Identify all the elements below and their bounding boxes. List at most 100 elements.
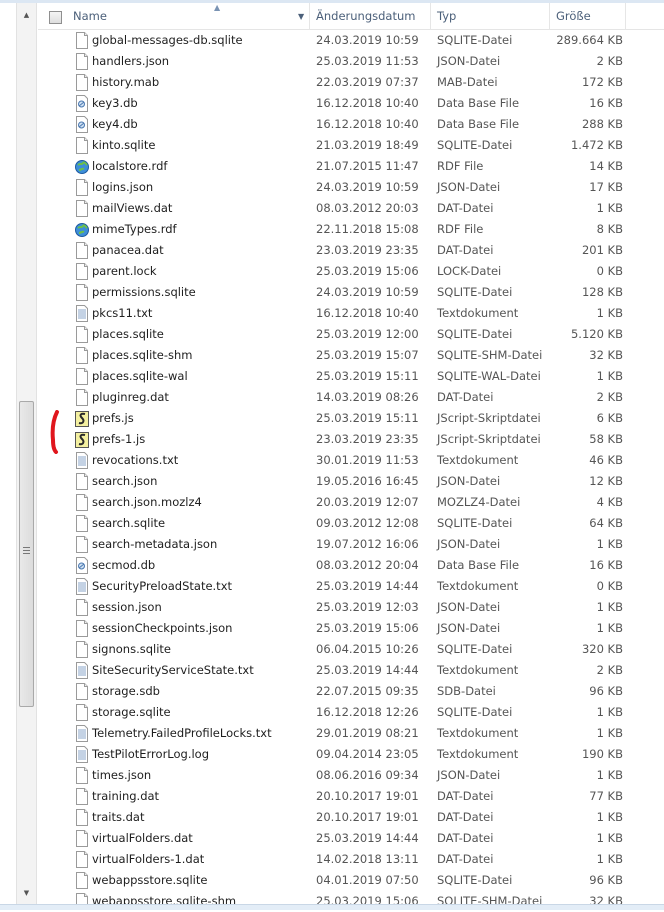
file-row[interactable]: permissions.sqlite 24.03.2019 10:59 SQLI… xyxy=(38,282,664,303)
file-row[interactable]: webappsstore.sqlite 04.01.2019 07:50 SQL… xyxy=(38,870,664,891)
file-date: 22.07.2015 09:35 xyxy=(316,684,419,698)
column-size-header[interactable]: Größe xyxy=(550,3,626,30)
scrollbar-thumb[interactable] xyxy=(19,401,34,707)
file-type: SQLITE-Datei xyxy=(437,327,513,341)
file-size: 12 KB xyxy=(589,474,623,488)
file-row[interactable]: handlers.json 25.03.2019 11:53 JSON-Date… xyxy=(38,51,664,72)
file-date: 20.10.2017 19:01 xyxy=(316,810,419,824)
file-row[interactable]: key4.db 16.12.2018 10:40 Data Base File … xyxy=(38,114,664,135)
file-date: 09.03.2012 12:08 xyxy=(316,516,419,530)
file-file-icon xyxy=(76,641,88,658)
file-size: 96 KB xyxy=(589,873,623,887)
file-size: 4 KB xyxy=(596,495,623,509)
file-name: pkcs11.txt xyxy=(92,306,153,320)
file-size: 17 KB xyxy=(589,180,623,194)
file-row[interactable]: virtualFolders.dat 25.03.2019 14:44 DAT-… xyxy=(38,828,664,849)
file-size: 8 KB xyxy=(596,222,623,236)
file-file-icon xyxy=(76,74,88,91)
file-type: Textdokument xyxy=(437,453,519,467)
file-row[interactable]: parent.lock 25.03.2019 15:06 LOCK-Datei … xyxy=(38,261,664,282)
txt-file-icon xyxy=(76,746,88,763)
file-row[interactable]: prefs-1.js 23.03.2019 23:35 JScript-Skri… xyxy=(38,429,664,450)
file-name: training.dat xyxy=(92,789,160,803)
vertical-scrollbar[interactable]: ▲ ▼ xyxy=(16,3,37,904)
file-row[interactable]: storage.sqlite 16.12.2018 12:26 SQLITE-D… xyxy=(38,702,664,723)
file-row[interactable]: kinto.sqlite 21.03.2019 18:49 SQLITE-Dat… xyxy=(38,135,664,156)
file-row[interactable]: pkcs11.txt 16.12.2018 10:40 Textdokument… xyxy=(38,303,664,324)
file-type: DAT-Datei xyxy=(437,852,494,866)
file-row[interactable]: places.sqlite-wal 25.03.2019 15:11 SQLIT… xyxy=(38,366,664,387)
file-row[interactable]: global-messages-db.sqlite 24.03.2019 10:… xyxy=(38,30,664,51)
file-date: 30.01.2019 11:53 xyxy=(316,453,419,467)
file-file-icon xyxy=(76,494,88,511)
file-type: Textdokument xyxy=(437,306,519,320)
file-name: webappsstore.sqlite xyxy=(92,873,208,887)
file-name: TestPilotErrorLog.log xyxy=(92,747,210,761)
file-row[interactable]: virtualFolders-1.dat 14.02.2018 13:11 DA… xyxy=(38,849,664,870)
file-name: signons.sqlite xyxy=(92,642,172,656)
file-row[interactable]: storage.sdb 22.07.2015 09:35 SDB-Datei 9… xyxy=(38,681,664,702)
file-size: 190 KB xyxy=(581,747,623,761)
file-file-icon xyxy=(76,389,88,406)
file-row[interactable]: panacea.dat 23.03.2019 23:35 DAT-Datei 2… xyxy=(38,240,664,261)
chevron-down-icon[interactable]: ▼ xyxy=(298,3,304,30)
file-row[interactable]: history.mab 22.03.2019 07:37 MAB-Datei 1… xyxy=(38,72,664,93)
file-row[interactable]: signons.sqlite 06.04.2015 10:26 SQLITE-D… xyxy=(38,639,664,660)
file-row[interactable]: pluginreg.dat 14.03.2019 08:26 DAT-Datei… xyxy=(38,387,664,408)
file-size: 288 KB xyxy=(581,117,623,131)
file-row[interactable]: search-metadata.json 19.07.2012 16:06 JS… xyxy=(38,534,664,555)
file-date: 08.06.2016 09:34 xyxy=(316,768,419,782)
file-type: Data Base File xyxy=(437,558,520,572)
file-row[interactable]: places.sqlite 25.03.2019 12:00 SQLITE-Da… xyxy=(38,324,664,345)
file-row[interactable]: secmod.db 08.03.2012 20:04 Data Base Fil… xyxy=(38,555,664,576)
file-row[interactable]: Telemetry.FailedProfileLocks.txt 29.01.2… xyxy=(38,723,664,744)
file-size: 1 KB xyxy=(596,768,623,782)
file-row[interactable]: traits.dat 20.10.2017 19:01 DAT-Datei 1 … xyxy=(38,807,664,828)
file-name: mimeTypes.rdf xyxy=(92,222,177,236)
file-type: SQLITE-Datei xyxy=(437,705,513,719)
file-size: 320 KB xyxy=(581,642,623,656)
file-row[interactable]: prefs.js 25.03.2019 15:11 JScript-Skript… xyxy=(38,408,664,429)
db-file-icon xyxy=(76,116,88,133)
file-date: 25.03.2019 14:44 xyxy=(316,831,419,845)
file-date: 21.03.2019 18:49 xyxy=(316,138,419,152)
file-row[interactable]: revocations.txt 30.01.2019 11:53 Textdok… xyxy=(38,450,664,471)
grip-icon xyxy=(23,547,30,554)
file-name: search.json.mozlz4 xyxy=(92,495,202,509)
file-row[interactable]: places.sqlite-shm 25.03.2019 15:07 SQLIT… xyxy=(38,345,664,366)
file-type: Textdokument xyxy=(437,747,519,761)
js-file-icon xyxy=(75,432,89,448)
select-all-checkbox[interactable] xyxy=(49,11,62,24)
file-row[interactable]: session.json 25.03.2019 12:03 JSON-Datei… xyxy=(38,597,664,618)
file-row[interactable]: key3.db 16.12.2018 10:40 Data Base File … xyxy=(38,93,664,114)
file-size: 32 KB xyxy=(589,348,623,362)
file-row[interactable]: sessionCheckpoints.json 25.03.2019 15:06… xyxy=(38,618,664,639)
file-row[interactable]: search.sqlite 09.03.2012 12:08 SQLITE-Da… xyxy=(38,513,664,534)
file-row[interactable]: mailViews.dat 08.03.2012 20:03 DAT-Datei… xyxy=(38,198,664,219)
column-date-header[interactable]: Änderungsdatum xyxy=(310,3,431,30)
file-row[interactable]: training.dat 20.10.2017 19:01 DAT-Datei … xyxy=(38,786,664,807)
file-size: 289.664 KB xyxy=(556,33,623,47)
file-row[interactable]: mimeTypes.rdf 22.11.2018 15:08 RDF File … xyxy=(38,219,664,240)
file-row[interactable]: SiteSecurityServiceState.txt 25.03.2019 … xyxy=(38,660,664,681)
file-date: 16.12.2018 12:26 xyxy=(316,705,419,719)
file-row[interactable]: search.json 19.05.2016 16:45 JSON-Datei … xyxy=(38,471,664,492)
column-name-header[interactable]: ▲ Name ▼ xyxy=(38,3,310,30)
file-date: 09.04.2014 23:05 xyxy=(316,747,419,761)
file-row[interactable]: SecurityPreloadState.txt 25.03.2019 14:4… xyxy=(38,576,664,597)
scroll-down-arrow-icon[interactable]: ▼ xyxy=(17,885,36,902)
column-type-header[interactable]: Typ xyxy=(431,3,550,30)
file-name: localstore.rdf xyxy=(92,159,168,173)
file-type: SDB-Datei xyxy=(437,684,496,698)
scroll-up-arrow-icon[interactable]: ▲ xyxy=(17,7,36,24)
file-file-icon xyxy=(76,53,88,70)
file-type: JSON-Datei xyxy=(437,768,501,782)
file-row[interactable]: times.json 08.06.2016 09:34 JSON-Datei 1… xyxy=(38,765,664,786)
js-file-icon xyxy=(75,411,89,427)
file-date: 24.03.2019 10:59 xyxy=(316,285,419,299)
file-row[interactable]: localstore.rdf 21.07.2015 11:47 RDF File… xyxy=(38,156,664,177)
file-row[interactable]: TestPilotErrorLog.log 09.04.2014 23:05 T… xyxy=(38,744,664,765)
file-row[interactable]: logins.json 24.03.2019 10:59 JSON-Datei … xyxy=(38,177,664,198)
file-file-icon xyxy=(76,683,88,700)
file-row[interactable]: search.json.mozlz4 20.03.2019 12:07 MOZL… xyxy=(38,492,664,513)
